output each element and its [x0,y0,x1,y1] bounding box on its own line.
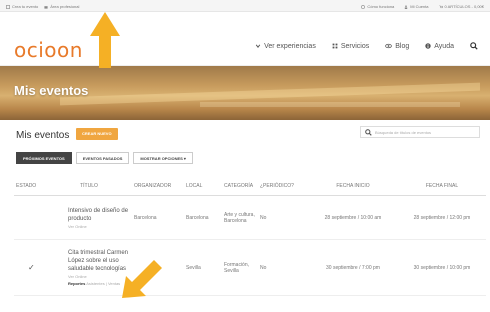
user-icon [405,4,408,9]
row-fecha-inicio: 30 septiembre / 7:00 pm [326,264,380,271]
col-local[interactable]: LOCAL [186,183,224,189]
site-logo[interactable]: ocioon [14,38,83,62]
my-account-link[interactable]: Mi Cuenta [404,4,429,9]
create-icon [6,4,10,9]
grid-icon [332,43,338,49]
table-row[interactable]: Intensivo de diseño de producto Ver Onli… [14,196,486,240]
create-event-label: Crea tu evento [12,4,39,9]
nav-servicios[interactable]: Servicios [332,43,369,50]
table-row[interactable]: ✓ Cita trimestral Carmen López sobre el … [14,240,486,296]
col-titulo[interactable]: TÍTULO [44,183,134,189]
view-online-link[interactable]: Ver Online [68,224,134,229]
how-it-works-label: Cómo funciona [367,4,395,9]
show-options-dropdown[interactable]: MOSTRAR OPCIONES ▾ [133,152,193,164]
filter-past-events[interactable]: EVENTOS PASADOS [75,152,130,164]
eye-icon [385,43,393,49]
row-categoria: Arte y cultura, Barcelona [224,211,255,224]
nav-servicios-label: Servicios [340,42,370,50]
nav-ver-experiencias-label: Ver experiencias [264,42,316,50]
professional-area-link[interactable]: Área profesional [44,4,79,9]
cart-link[interactable]: 0 ARTÍCULOS - 0,00€ [438,4,485,9]
event-title[interactable]: Intensivo de diseño de producto [68,207,134,223]
annotation-arrow-up [90,12,120,68]
search-placeholder: Búsqueda de títulos de eventos [375,130,432,135]
annotation-arrow-down-left [122,260,162,298]
col-estado[interactable]: ESTADO [14,183,44,189]
create-new-button[interactable]: CREAR NUEVO [76,128,118,140]
top-utility-bar: Crea tu evento Área profesional Cómo fun… [0,0,490,12]
chevron-down-icon [255,44,261,48]
main-nav: Ver experiencias Servicios Blog Ayuda [255,42,478,50]
create-event-link[interactable]: Crea tu evento [6,4,38,9]
row-categoria: Formación, Sevilla [224,261,250,274]
site-header: ocioon Ver experiencias Servicios Blog A… [0,12,490,66]
nav-blog-label: Blog [395,42,410,50]
event-search-input[interactable]: Búsqueda de títulos de eventos [360,126,480,138]
banner-light-streak-secondary [200,102,460,107]
row-organizador: Barcelona [134,214,157,221]
section-title: Mis eventos [16,130,70,141]
nav-blog[interactable]: Blog [385,43,409,50]
col-organizador[interactable]: ORGANIZADOR [134,183,186,189]
nav-ver-experiencias[interactable]: Ver experiencias [255,43,316,50]
status-check-icon: ✓ [28,263,35,272]
cart-label: 0 ARTÍCULOS - 0,00€ [444,4,485,9]
row-fecha-inicio: 28 septiembre / 10:00 am [324,214,382,221]
briefcase-icon [44,5,48,9]
info-icon [425,43,431,49]
row-local: Barcelona [186,214,209,221]
events-table: ESTADO TÍTULO ORGANIZADOR LOCAL CATEGORÍ… [14,176,486,296]
col-categoria[interactable]: CATEGORÍA [224,183,260,189]
event-filter-bar: PRÓXIMOS EVENTOS EVENTOS PASADOS MOSTRAR… [16,152,193,164]
row-fecha-final: 30 septiembre / 10:00 pm [413,264,471,271]
col-fecha-final[interactable]: FECHA FINAL [398,183,486,189]
reports-label: Reportes [68,281,86,286]
cart-icon [438,5,443,8]
reports-sub-links[interactable]: Asistentes | Ventas [86,281,120,286]
search-icon [365,129,372,136]
help-icon [361,4,366,9]
nav-ayuda-label: Ayuda [434,42,454,50]
my-account-label: Mi Cuenta [410,4,429,9]
how-it-works-link[interactable]: Cómo funciona [361,4,394,9]
page-banner: Mis eventos [0,66,490,120]
table-header: ESTADO TÍTULO ORGANIZADOR LOCAL CATEGORÍ… [14,176,486,196]
col-periodico[interactable]: ¿PERIÓDICO? [260,183,308,189]
row-fecha-final: 28 septiembre / 12:00 pm [413,214,471,221]
row-periodico: No [260,264,267,271]
col-fecha-inicio[interactable]: FECHA INICIO [308,183,398,189]
professional-area-label: Área profesional [50,4,80,9]
page-title: Mis eventos [14,83,89,98]
row-titulo-cell: Intensivo de diseño de producto Ver Onli… [44,207,134,229]
search-icon[interactable] [470,42,478,50]
filter-upcoming-events[interactable]: PRÓXIMOS EVENTOS [16,152,72,164]
row-periodico: No [260,214,267,221]
row-local: Sevilla [186,264,201,271]
nav-ayuda[interactable]: Ayuda [425,43,454,50]
